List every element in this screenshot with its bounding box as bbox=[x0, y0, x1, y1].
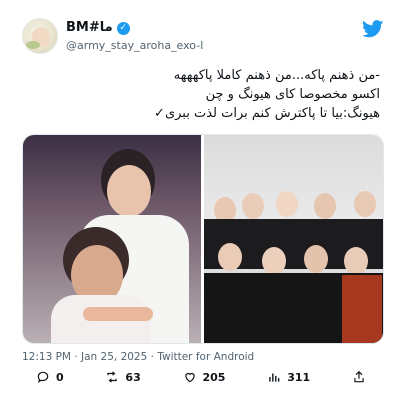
media-photo-left[interactable] bbox=[23, 135, 201, 343]
share-icon bbox=[354, 370, 364, 383]
tweet-header: BM#ما ✓ @army_stay_aroha_exo-l bbox=[22, 18, 384, 56]
display-name[interactable]: BM#ما bbox=[66, 20, 113, 36]
reply-icon bbox=[37, 371, 49, 383]
meta-separator: · bbox=[71, 351, 82, 363]
like-button[interactable]: 205 bbox=[183, 370, 226, 384]
views-count: 311 bbox=[287, 370, 311, 384]
share-button[interactable] bbox=[352, 370, 366, 384]
tweet-date[interactable]: Jan 25, 2025 bbox=[81, 351, 147, 363]
verified-badge-icon: ✓ bbox=[116, 21, 130, 35]
group-red-jacket bbox=[342, 275, 382, 343]
tweet-line-3: هیونگ:بیا تا پاکترش کنم برات لذت ببری✓ bbox=[154, 106, 380, 121]
group-face-5 bbox=[354, 191, 376, 217]
tweet-text: -من ذهنم پاکه...من ذهنم کاملا پاکهههه اک… bbox=[20, 66, 380, 123]
reply-button[interactable]: 0 bbox=[36, 370, 64, 384]
group-face-8 bbox=[304, 245, 328, 273]
retweet-count: 63 bbox=[125, 370, 141, 384]
group-face-9 bbox=[344, 247, 368, 275]
views-icon bbox=[269, 373, 280, 382]
avatar-leaf bbox=[26, 41, 40, 49]
avatar[interactable] bbox=[22, 18, 58, 54]
photo-arms bbox=[83, 307, 153, 321]
group-face-6 bbox=[218, 243, 242, 271]
group-face-2 bbox=[242, 193, 264, 219]
media-photo-right[interactable] bbox=[204, 135, 383, 343]
tweet-line-1: -من ذهنم پاکه...من ذهنم کاملا پاکهههه bbox=[173, 68, 380, 83]
user-names: BM#ما ✓ @army_stay_aroha_exo-l bbox=[66, 20, 203, 54]
heart-icon bbox=[184, 372, 195, 383]
display-name-row[interactable]: BM#ما ✓ bbox=[66, 20, 203, 36]
tweet-client[interactable]: Twitter for Android bbox=[157, 351, 254, 363]
retweet-icon bbox=[107, 371, 118, 383]
like-count: 205 bbox=[202, 370, 226, 384]
views-button[interactable]: 311 bbox=[267, 370, 310, 384]
photo-face-back bbox=[107, 165, 151, 217]
twitter-bird-icon[interactable] bbox=[362, 20, 384, 38]
group-face-4 bbox=[314, 193, 336, 219]
tweet-meta: 12:13 PM · Jan 25, 2025 · Twitter for An… bbox=[22, 350, 254, 364]
retweet-button[interactable]: 63 bbox=[105, 370, 141, 384]
user-handle[interactable]: @army_stay_aroha_exo-l bbox=[66, 38, 203, 54]
meta-separator: · bbox=[147, 351, 158, 363]
group-face-3 bbox=[276, 191, 298, 217]
action-bar: 0 63 205 311 bbox=[36, 368, 366, 386]
tweet-media bbox=[22, 134, 384, 344]
reply-count: 0 bbox=[56, 370, 64, 384]
tweet-line-2: اکسو مخصوصا کای هیونگ و چن bbox=[205, 87, 380, 102]
tweet-time[interactable]: 12:13 PM bbox=[22, 351, 71, 363]
group-face-7 bbox=[262, 247, 286, 275]
